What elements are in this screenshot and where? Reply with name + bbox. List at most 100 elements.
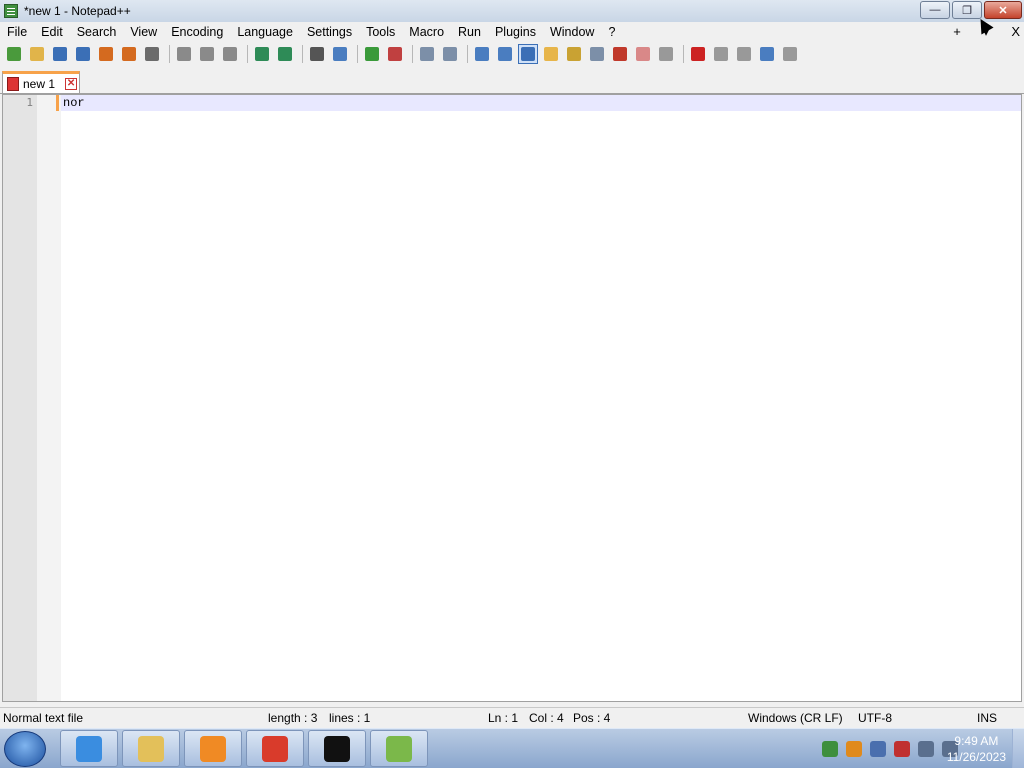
unsaved-file-icon [7, 76, 19, 91]
find-icon [310, 47, 324, 61]
zoom-in-icon [365, 47, 379, 61]
run-macro-multiple-icon [760, 47, 774, 61]
flag-error-icon[interactable] [894, 741, 910, 757]
status-bar: Normal text file length : 3 lines : 1 Ln… [0, 707, 1024, 728]
menu-macro[interactable]: Macro [402, 22, 451, 42]
fold-margin[interactable] [37, 95, 61, 701]
word-wrap-icon [475, 47, 489, 61]
find-button[interactable] [307, 44, 327, 64]
cut-button[interactable] [174, 44, 194, 64]
menu-tools[interactable]: Tools [359, 22, 402, 42]
menu-plugins[interactable]: Plugins [488, 22, 543, 42]
clock[interactable]: 9:49 AM 11/26/2023 [947, 733, 1006, 765]
menu-window[interactable]: Window [543, 22, 601, 42]
toolbar-separator [247, 45, 248, 63]
run-macro-multiple-button[interactable] [757, 44, 777, 64]
taskbar: 9:49 AM 11/26/2023 [0, 728, 1024, 768]
search-tray-icon[interactable] [846, 741, 862, 757]
action-center-icon[interactable] [870, 741, 886, 757]
zoom-out-button[interactable] [385, 44, 405, 64]
status-length: length : 3 [268, 711, 318, 725]
show-all-chars-button[interactable] [495, 44, 515, 64]
undo-button[interactable] [252, 44, 272, 64]
record-macro-button[interactable] [688, 44, 708, 64]
menu-language[interactable]: Language [230, 22, 300, 42]
doc-list-icon [636, 47, 650, 61]
new-tab-plus-button[interactable]: + [953, 22, 961, 42]
monitoring-button[interactable] [656, 44, 676, 64]
open-file-icon [30, 47, 44, 61]
sync-horizontal-button[interactable] [440, 44, 460, 64]
status-eol[interactable]: Windows (CR LF) [748, 711, 843, 725]
play-macro-icon [737, 47, 751, 61]
network-globe-icon[interactable] [822, 741, 838, 757]
stop-macro-icon [714, 47, 728, 61]
paste-button[interactable] [220, 44, 240, 64]
taskbar-file-explorer[interactable] [122, 730, 180, 767]
taskbar-media-player[interactable] [184, 730, 242, 767]
editor-area[interactable]: 1 nor [2, 94, 1022, 702]
close-button[interactable]: ✕ [984, 1, 1022, 19]
toolbar-separator [683, 45, 684, 63]
menu-encoding[interactable]: Encoding [164, 22, 230, 42]
save-all-button[interactable] [73, 44, 93, 64]
internet-explorer-icon [76, 735, 102, 762]
zoom-out-icon [388, 47, 402, 61]
save-macro-button[interactable] [780, 44, 800, 64]
notepad-plus-plus-app-icon[interactable] [4, 4, 18, 18]
taskbar-chrome[interactable] [246, 730, 304, 767]
menu-search[interactable]: Search [70, 22, 124, 42]
menu-settings[interactable]: Settings [300, 22, 359, 42]
status-encoding[interactable]: UTF-8 [858, 711, 892, 725]
status-insert-mode[interactable]: INS [977, 711, 997, 725]
start-button[interactable] [4, 731, 46, 767]
print-button[interactable] [142, 44, 162, 64]
menu-view[interactable]: View [123, 22, 164, 42]
copy-button[interactable] [197, 44, 217, 64]
doc-map-button[interactable] [564, 44, 584, 64]
play-macro-button[interactable] [734, 44, 754, 64]
menu-file[interactable]: File [0, 22, 34, 42]
menu-run[interactable]: Run [451, 22, 488, 42]
cut-icon [177, 47, 191, 61]
taskbar-internet-explorer[interactable] [60, 730, 118, 767]
function-list-button[interactable] [587, 44, 607, 64]
doc-list-button[interactable] [633, 44, 653, 64]
network-icon[interactable] [918, 741, 934, 757]
close-document-button[interactable]: X [1011, 22, 1020, 42]
undo-icon [255, 47, 269, 61]
open-file-button[interactable] [27, 44, 47, 64]
close-button[interactable] [96, 44, 116, 64]
redo-button[interactable] [275, 44, 295, 64]
editor-line-text[interactable]: nor [61, 96, 85, 110]
menu-help[interactable]: ? [601, 22, 622, 42]
status-lines: lines : 1 [329, 711, 371, 725]
word-wrap-button[interactable] [472, 44, 492, 64]
close-all-button[interactable] [119, 44, 139, 64]
new-file-button[interactable] [4, 44, 24, 64]
save-button[interactable] [50, 44, 70, 64]
title-bar[interactable]: *new 1 - Notepad++ — ❐ ✕ [0, 0, 1024, 22]
taskbar-command-prompt[interactable] [308, 730, 366, 767]
toolbar-separator [169, 45, 170, 63]
minimize-button[interactable]: — [920, 1, 950, 19]
replace-button[interactable] [330, 44, 350, 64]
monitoring-icon [659, 47, 673, 61]
close-all-icon [122, 47, 136, 61]
tab-close-icon[interactable]: ✕ [65, 77, 78, 90]
stop-macro-button[interactable] [711, 44, 731, 64]
taskbar-notepad-plus-plus[interactable] [370, 730, 428, 767]
folder-workspace-button[interactable] [610, 44, 630, 64]
system-tray: 9:49 AM 11/26/2023 [784, 729, 1024, 768]
sync-vertical-button[interactable] [417, 44, 437, 64]
menu-edit[interactable]: Edit [34, 22, 70, 42]
indent-guide-button[interactable] [518, 44, 538, 64]
tab-new-1[interactable]: new 1 ✕ [2, 71, 80, 93]
user-lang-button[interactable] [541, 44, 561, 64]
restore-button[interactable]: ❐ [952, 1, 982, 19]
toolbar-separator [412, 45, 413, 63]
show-desktop-button[interactable] [1012, 729, 1024, 768]
zoom-in-button[interactable] [362, 44, 382, 64]
chrome-icon [262, 735, 288, 762]
copy-icon [200, 47, 214, 61]
